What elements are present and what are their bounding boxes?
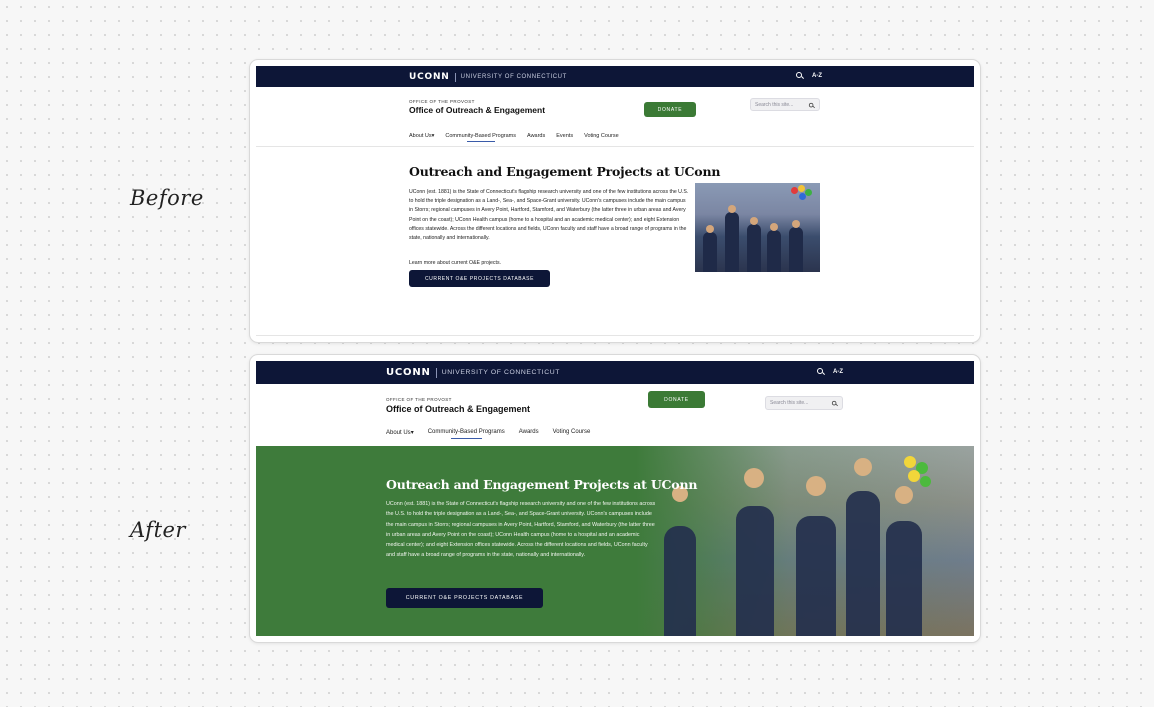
intro-paragraph: UConn (est. 1881) is the State of Connec…	[409, 189, 689, 242]
nav-awards[interactable]: Awards	[527, 133, 545, 139]
brand[interactable]: UCONN UNIVERSITY OF CONNECTICUT	[386, 367, 560, 378]
nav-label: About Us	[409, 133, 432, 139]
search-placeholder: Search this site...	[770, 400, 809, 406]
university-name[interactable]: UNIVERSITY OF CONNECTICUT	[442, 369, 560, 376]
site-title[interactable]: Office of Outreach & Engagement	[386, 404, 530, 414]
search-placeholder: Search this site...	[755, 101, 794, 108]
nav-awards[interactable]: Awards	[519, 429, 539, 436]
brand-divider	[454, 72, 456, 82]
balloon	[799, 193, 806, 200]
search-input[interactable]: Search this site...	[765, 396, 843, 410]
search-icon[interactable]	[831, 400, 837, 406]
projects-database-button[interactable]: CURRENT O&E PROJECTS DATABASE	[386, 588, 543, 608]
top-bar: UCONN UNIVERSITY OF CONNECTICUT A-Z	[256, 66, 974, 87]
nav-community-based-programs[interactable]: Community-Based Programs	[445, 133, 516, 142]
uconn-logo[interactable]: UCONN	[386, 367, 431, 378]
uconn-logo[interactable]: UCONN	[409, 72, 450, 82]
hero-title: Outreach and Engagement Projects at UCon…	[386, 477, 698, 492]
az-index-link[interactable]: A-Z	[812, 73, 822, 79]
person	[789, 227, 803, 272]
provost-label: OFFICE OF THE PROVOST	[386, 397, 452, 402]
after-screenshot-frame: UCONN UNIVERSITY OF CONNECTICUT A-Z OFFI…	[249, 354, 981, 643]
person	[736, 506, 774, 636]
balloon	[791, 187, 798, 194]
person-head	[728, 205, 736, 213]
main-nav: About Us▾ Community-Based Programs Award…	[386, 429, 591, 439]
person	[703, 232, 717, 272]
after-page: UCONN UNIVERSITY OF CONNECTICUT A-Z OFFI…	[256, 361, 974, 636]
person	[846, 491, 880, 636]
balloon	[908, 470, 920, 482]
before-label: Before	[130, 186, 204, 210]
footer-divider	[256, 335, 974, 336]
projects-database-button[interactable]: CURRENT O&E PROJECTS DATABASE	[409, 270, 550, 287]
learn-more-text: Learn more about current O&E projects.	[409, 260, 501, 266]
nav-voting-course[interactable]: Voting Course	[584, 133, 619, 139]
header-divider	[256, 146, 974, 147]
person-head	[792, 220, 800, 228]
balloon	[805, 189, 812, 196]
donate-button[interactable]: DONATE	[648, 391, 705, 408]
brand-divider	[435, 367, 437, 378]
person-head	[770, 223, 778, 231]
person	[664, 526, 696, 636]
provost-label: OFFICE OF THE PROVOST	[409, 99, 475, 104]
top-bar-tools: A-Z	[796, 72, 822, 79]
page-title: Outreach and Engagement Projects at UCon…	[409, 164, 721, 179]
hero-banner: Outreach and Engagement Projects at UCon…	[256, 446, 974, 636]
person	[747, 224, 761, 272]
person	[767, 230, 781, 272]
site-title[interactable]: Office of Outreach & Engagement	[409, 105, 545, 115]
person-head	[895, 486, 913, 504]
nav-community-based-programs[interactable]: Community-Based Programs	[428, 429, 505, 439]
students-photo	[636, 446, 974, 636]
top-bar-tools: A-Z	[817, 368, 843, 375]
nav-voting-course[interactable]: Voting Course	[553, 429, 591, 436]
top-bar: UCONN UNIVERSITY OF CONNECTICUT A-Z	[256, 361, 974, 384]
nav-about-us[interactable]: About Us▾	[386, 429, 414, 436]
balloon	[798, 185, 805, 192]
donate-button[interactable]: DONATE	[644, 102, 696, 117]
search-icon[interactable]	[817, 368, 824, 375]
after-label: After	[130, 518, 186, 542]
students-photo	[695, 183, 820, 272]
nav-label: About Us	[386, 430, 411, 436]
person-head	[750, 217, 758, 225]
person	[886, 521, 922, 636]
balloon	[904, 456, 916, 468]
hero-paragraph: UConn (est. 1881) is the State of Connec…	[386, 501, 656, 559]
search-icon[interactable]	[796, 72, 803, 79]
search-icon[interactable]	[808, 102, 814, 108]
person-head	[806, 476, 826, 496]
before-screenshot-frame: UCONN UNIVERSITY OF CONNECTICUT A-Z OFFI…	[249, 59, 981, 343]
university-name[interactable]: UNIVERSITY OF CONNECTICUT	[461, 74, 567, 80]
brand[interactable]: UCONN UNIVERSITY OF CONNECTICUT	[409, 72, 567, 82]
person-head	[854, 458, 872, 476]
person-head	[706, 225, 714, 233]
main-nav: About Us▾ Community-Based Programs Award…	[409, 133, 619, 142]
person	[796, 516, 836, 636]
nav-events[interactable]: Events	[556, 133, 573, 139]
nav-about-us[interactable]: About Us▾	[409, 133, 434, 139]
balloon	[920, 476, 931, 487]
search-input[interactable]: Search this site...	[750, 98, 820, 111]
person-head	[744, 468, 764, 488]
person	[725, 212, 739, 272]
az-index-link[interactable]: A-Z	[833, 369, 843, 375]
before-page: UCONN UNIVERSITY OF CONNECTICUT A-Z OFFI…	[256, 66, 974, 336]
